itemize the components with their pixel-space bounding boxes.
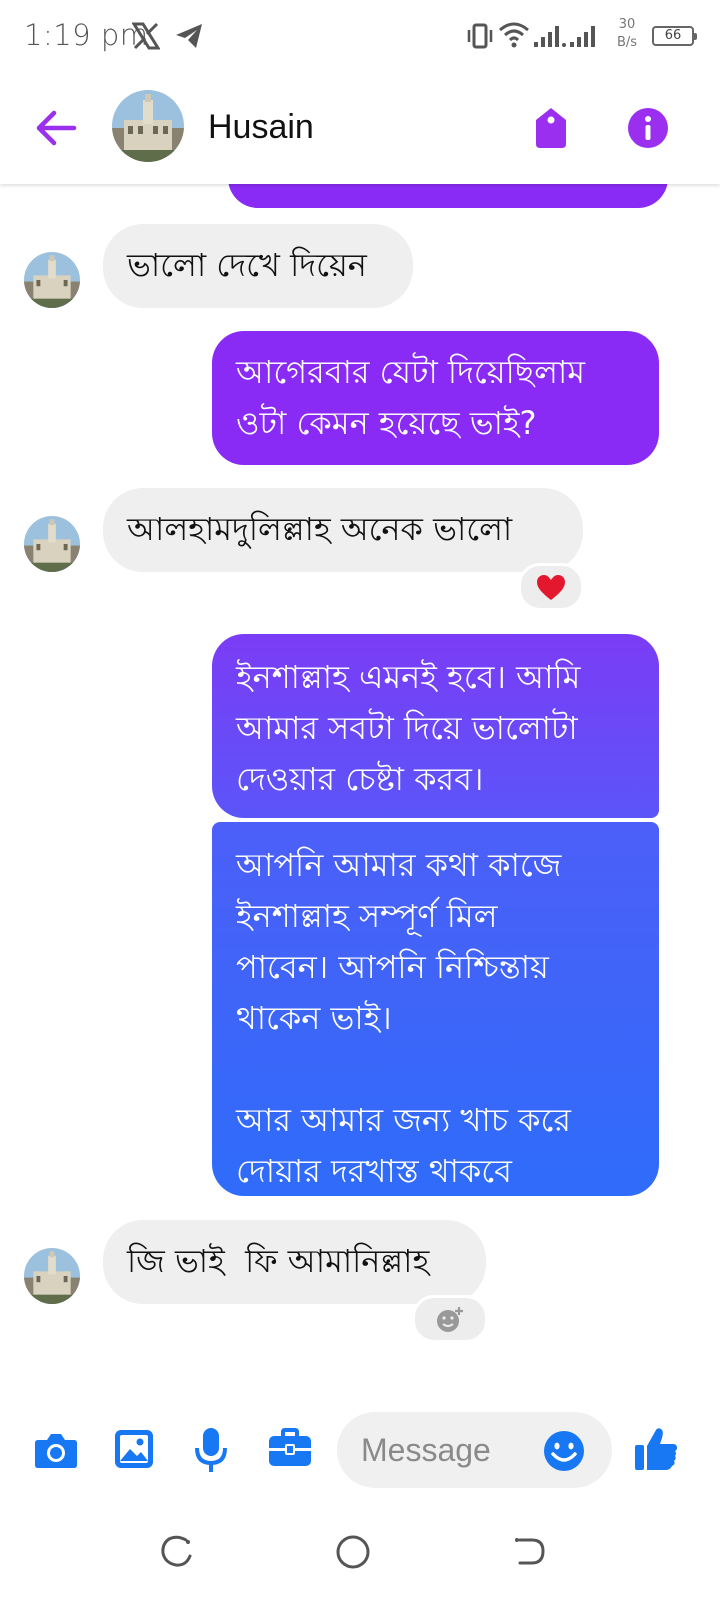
status-time: 1:19 pm bbox=[24, 18, 149, 52]
wifi-icon bbox=[498, 20, 530, 52]
signal-icon-2 bbox=[570, 22, 602, 52]
sender-avatar[interactable] bbox=[24, 1248, 80, 1304]
message-composer bbox=[0, 1394, 720, 1514]
back-nav-icon[interactable] bbox=[512, 1534, 546, 1572]
info-icon[interactable] bbox=[627, 107, 669, 149]
chat-header: Husain bbox=[0, 72, 720, 184]
emoji-icon[interactable] bbox=[543, 1430, 585, 1476]
sender-avatar[interactable] bbox=[24, 252, 80, 308]
add-reaction-icon[interactable] bbox=[412, 1295, 488, 1343]
gallery-icon[interactable] bbox=[113, 1428, 155, 1474]
outgoing-message[interactable]: আগেরবার যেটা দিয়েছিলাম ওটা কেমন হয়েছে … bbox=[212, 331, 659, 465]
previous-outgoing-bubble[interactable] bbox=[228, 184, 668, 208]
microphone-icon[interactable] bbox=[194, 1426, 228, 1478]
x-app-icon bbox=[131, 22, 161, 54]
telegram-icon bbox=[174, 22, 204, 54]
camera-icon[interactable] bbox=[34, 1430, 78, 1474]
signal-icon bbox=[534, 22, 568, 52]
outgoing-message[interactable]: আপনি আমার কথা কাজে ইনশাল্লাহ সম্পূর্ণ মি… bbox=[212, 822, 659, 1196]
incoming-message[interactable]: আলহামদুলিল্লাহ অনেক ভালো bbox=[103, 488, 583, 572]
outgoing-message[interactable]: ইনশাল্লাহ এমনই হবে। আমি আমার সবটা দিয়ে … bbox=[212, 634, 659, 818]
network-speed: 30 B/s bbox=[616, 17, 638, 50]
vibrate-icon bbox=[466, 22, 494, 54]
contact-avatar[interactable] bbox=[112, 90, 184, 162]
system-navigation-bar bbox=[0, 1514, 720, 1600]
like-thumb-icon[interactable] bbox=[634, 1426, 678, 1476]
incoming-message[interactable]: ভালো দেখে দিয়েন bbox=[103, 224, 413, 308]
heart-reaction[interactable] bbox=[518, 563, 584, 611]
incoming-message[interactable]: জি ভাই ফি আমানিল্লাহ bbox=[103, 1220, 486, 1304]
briefcase-icon[interactable] bbox=[268, 1428, 312, 1472]
tag-icon[interactable] bbox=[532, 106, 570, 150]
home-nav-icon[interactable] bbox=[335, 1534, 371, 1574]
contact-name[interactable]: Husain bbox=[208, 108, 314, 147]
back-arrow-icon[interactable] bbox=[34, 108, 78, 148]
status-bar: 1:19 pm 30 B/s 66 bbox=[0, 0, 720, 72]
message-list[interactable]: ভালো দেখে দিয়েন আগেরবার যেটা দিয়েছিলাম… bbox=[0, 184, 720, 1394]
sender-avatar[interactable] bbox=[24, 516, 80, 572]
battery-indicator: 66 bbox=[652, 26, 697, 46]
recents-nav-icon[interactable] bbox=[160, 1534, 194, 1572]
